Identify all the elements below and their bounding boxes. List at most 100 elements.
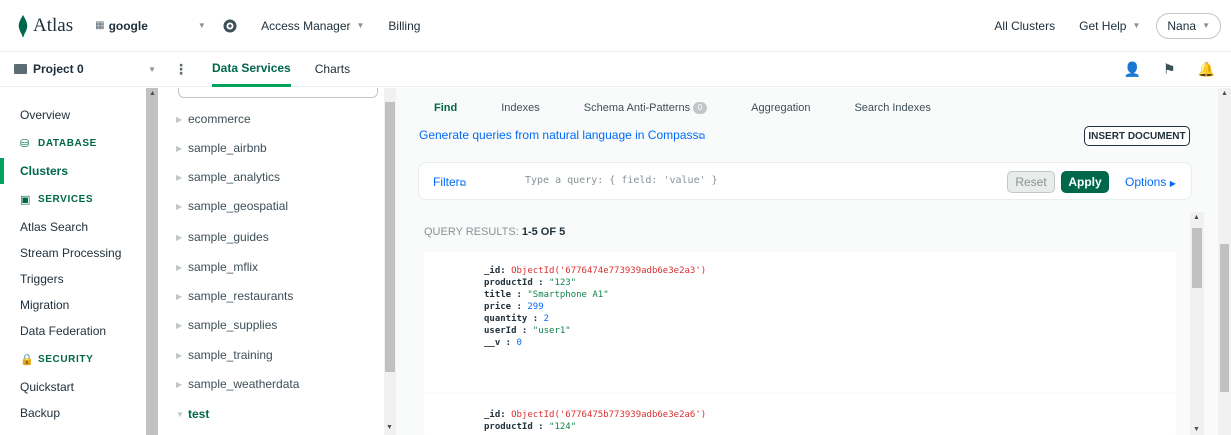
field-value: 299 <box>527 302 544 312</box>
sidebar-item-migration[interactable]: Migration <box>0 292 146 318</box>
section-label: SERVICES <box>38 193 94 205</box>
tab-data-services[interactable]: Data Services <box>212 52 291 87</box>
notifications-bell-icon[interactable]: 🔔 <box>1198 61 1215 78</box>
sidebar-item-triggers[interactable]: Triggers <box>0 266 146 292</box>
caret-right-icon: ▶ <box>176 143 183 153</box>
database-list-scrollbar[interactable]: ▲ ▼ <box>384 88 396 435</box>
more-options-icon[interactable]: ⋮ <box>174 61 188 78</box>
section-label: SECURITY <box>38 353 94 365</box>
database-name: sample_restaurants <box>188 289 294 303</box>
caret-right-icon: ▶ <box>176 201 183 211</box>
field-key: userId : <box>484 326 533 336</box>
all-clusters-link[interactable]: All Clusters <box>994 19 1055 33</box>
list-item[interactable]: ▶ sample_weatherdata <box>158 377 299 391</box>
sidebar-scrollbar[interactable]: ▲ <box>146 88 158 435</box>
tab-find[interactable]: Find <box>434 102 457 114</box>
access-manager-label: Access Manager <box>261 18 351 33</box>
list-item[interactable]: ▶ sample_guides <box>158 230 269 244</box>
database-name: sample_weatherdata <box>188 377 300 391</box>
database-name: sample_airbnb <box>188 141 267 155</box>
organization-name: google <box>108 18 148 33</box>
list-item[interactable]: ▶ sample_restaurants <box>158 289 293 303</box>
field-value: ObjectId('6776474e773939adb6e3e2a3') <box>511 266 707 276</box>
list-item[interactable]: ▶ sample_airbnb <box>158 141 267 155</box>
database-icon: ⛁ <box>20 137 30 150</box>
access-manager-menu[interactable]: Access Manager ▼ <box>261 19 364 33</box>
sidebar-item-backup[interactable]: Backup <box>0 400 146 426</box>
apply-button[interactable]: Apply <box>1061 171 1109 193</box>
sidebar-section-database: ⛁ DATABASE <box>0 128 146 158</box>
query-results-count: QUERY RESULTS: 1-5 OF 5 <box>424 226 565 238</box>
scrollbar-thumb[interactable] <box>1192 228 1202 288</box>
field-key: title : <box>484 290 528 300</box>
list-item[interactable]: ▶ sample_supplies <box>158 318 277 332</box>
compass-nl-query-link[interactable]: Generate queries from natural language i… <box>419 128 705 142</box>
insert-document-button[interactable]: INSERT DOCUMENT <box>1084 126 1190 146</box>
options-toggle[interactable]: Options ▶ <box>1125 175 1176 189</box>
filter-query-input[interactable]: Type a query: { field: 'value' } <box>525 175 718 186</box>
tab-indexes[interactable]: Indexes <box>501 102 540 114</box>
page-scrollbar[interactable]: ▲ <box>1218 88 1231 435</box>
list-item[interactable]: ▶ sample_geospatial <box>158 199 288 213</box>
scroll-down-icon[interactable]: ▼ <box>386 424 393 431</box>
scroll-down-icon[interactable]: ▼ <box>1193 426 1200 433</box>
mongodb-leaf-icon <box>18 14 28 37</box>
database-list: ▶ ecommerce ▶ sample_airbnb ▶ sample_analyt… <box>158 88 384 435</box>
field-value: "124" <box>549 422 577 432</box>
sidebar-section-services: ▣ SERVICES <box>0 184 146 214</box>
list-item[interactable]: ▶ sample_training <box>158 348 273 362</box>
left-sidebar: Overview ⛁ DATABASE Clusters ▣ SERVICES … <box>0 88 146 435</box>
atlas-logo[interactable]: Atlas <box>18 14 73 37</box>
get-help-label: Get Help <box>1079 18 1127 33</box>
caret-right-icon: ▶ <box>176 350 183 360</box>
scroll-up-icon[interactable]: ▲ <box>1193 214 1200 221</box>
document-card[interactable]: _id: ObjectId('6776475b773939adb6e3e2a6'… <box>424 394 1176 435</box>
caret-right-icon: ▶ <box>176 232 183 242</box>
invite-user-icon[interactable]: 👤 <box>1124 61 1141 78</box>
organization-select[interactable]: ▦ google ▼ <box>95 19 215 33</box>
field-key: quantity : <box>484 314 544 324</box>
caret-right-icon: ▶ <box>1169 179 1176 188</box>
filter-label[interactable]: Filter⧉ <box>433 175 466 189</box>
user-menu[interactable]: Nana ▼ <box>1156 12 1221 39</box>
field-value: "Smartphone A1" <box>527 290 609 300</box>
scroll-up-icon[interactable]: ▲ <box>1221 90 1228 97</box>
reset-button[interactable]: Reset <box>1007 171 1055 193</box>
results-prefix: QUERY RESULTS: <box>424 226 519 238</box>
list-item[interactable]: ▶ ecommerce <box>158 112 251 126</box>
tab-search-indexes[interactable]: Search Indexes <box>854 102 930 114</box>
sidebar-section-security: 🔒 SECURITY <box>0 344 146 374</box>
sidebar-item-clusters[interactable]: Clusters <box>0 158 146 184</box>
activity-feed-icon[interactable]: ⚑ <box>1163 61 1176 78</box>
gear-icon[interactable] <box>223 19 237 33</box>
list-item[interactable]: ▼ test <box>158 407 209 421</box>
sidebar-item-quickstart[interactable]: Quickstart <box>0 374 146 400</box>
sidebar-item-overview[interactable]: Overview <box>0 102 146 128</box>
project-select[interactable]: Project 0 ▼ <box>14 62 156 76</box>
caret-right-icon: ▶ <box>176 379 183 389</box>
document-card[interactable]: _id: ObjectId('6776474e773939adb6e3e2a3'… <box>424 252 1176 392</box>
scroll-up-icon[interactable]: ▲ <box>149 90 156 97</box>
tab-charts[interactable]: Charts <box>315 52 350 87</box>
sidebar-item-data-federation[interactable]: Data Federation <box>0 318 146 344</box>
list-item[interactable]: ▶ sample_mflix <box>158 260 258 274</box>
database-name: sample_training <box>188 348 273 362</box>
database-search-input[interactable] <box>178 88 378 98</box>
scrollbar-thumb[interactable] <box>385 102 395 372</box>
tab-schema-anti-patterns[interactable]: Schema Anti-Patterns 0 <box>584 102 708 114</box>
sidebar-item-stream-processing[interactable]: Stream Processing <box>0 240 146 266</box>
services-icon: ▣ <box>20 193 31 206</box>
tab-aggregation[interactable]: Aggregation <box>751 102 810 114</box>
options-label: Options <box>1125 175 1167 189</box>
list-item[interactable]: ▶ sample_analytics <box>158 170 280 184</box>
field-key: _id: <box>484 266 512 276</box>
sidebar-item-atlas-search[interactable]: Atlas Search <box>0 214 146 240</box>
project-name: Project 0 <box>33 62 84 76</box>
caret-right-icon: ▶ <box>176 320 183 330</box>
database-name: sample_mflix <box>188 260 259 274</box>
scrollbar-thumb[interactable] <box>1220 244 1229 392</box>
results-range: 1-5 OF 5 <box>521 226 566 238</box>
billing-link[interactable]: Billing <box>388 19 420 33</box>
results-scrollbar[interactable]: ▲ ▼ <box>1190 212 1204 435</box>
get-help-menu[interactable]: Get Help ▼ <box>1079 19 1140 33</box>
